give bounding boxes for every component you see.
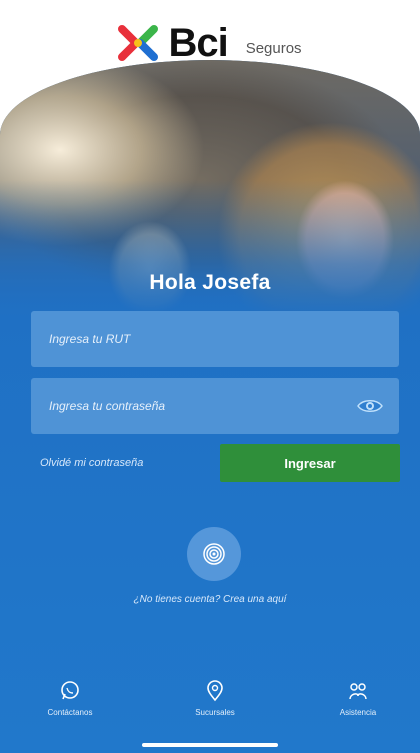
nav-assistance-label: Asistencia xyxy=(339,708,377,717)
home-indicator xyxy=(142,743,278,747)
greeting-title: Hola Josefa xyxy=(149,271,271,294)
biometric-login-button[interactable] xyxy=(187,527,241,581)
brand-subtitle: Seguros xyxy=(245,40,302,57)
whatsapp-icon xyxy=(61,681,79,700)
brand-logo: Bci Seguros xyxy=(118,21,302,65)
brand-name: Bci xyxy=(168,21,228,65)
signup-link[interactable]: ¿No tienes cuenta? Crea una aquí xyxy=(0,594,420,605)
login-button[interactable]: Ingresar xyxy=(220,444,400,482)
assistance-icon xyxy=(349,683,367,700)
hero-gradient-overlay xyxy=(0,180,420,320)
bottom-nav: Contáctanos Sucursales Asistencia xyxy=(0,680,420,740)
nav-branches[interactable]: Sucursales xyxy=(160,680,270,717)
rut-input[interactable] xyxy=(47,331,383,347)
rut-field[interactable] xyxy=(31,311,399,367)
nav-contact-label: Contáctanos xyxy=(47,708,93,717)
map-pin-icon xyxy=(207,680,223,702)
password-input[interactable] xyxy=(47,398,357,414)
nav-contact[interactable]: Contáctanos xyxy=(15,680,125,717)
nav-assistance[interactable]: Asistencia xyxy=(303,680,413,717)
eye-icon[interactable] xyxy=(357,397,383,415)
password-field[interactable] xyxy=(31,378,399,434)
fingerprint-icon xyxy=(203,543,225,565)
forgot-password-link[interactable]: Olvidé mi contraseña xyxy=(40,457,143,469)
nav-branches-label: Sucursales xyxy=(195,708,235,717)
bci-x-logo-icon xyxy=(118,25,159,61)
